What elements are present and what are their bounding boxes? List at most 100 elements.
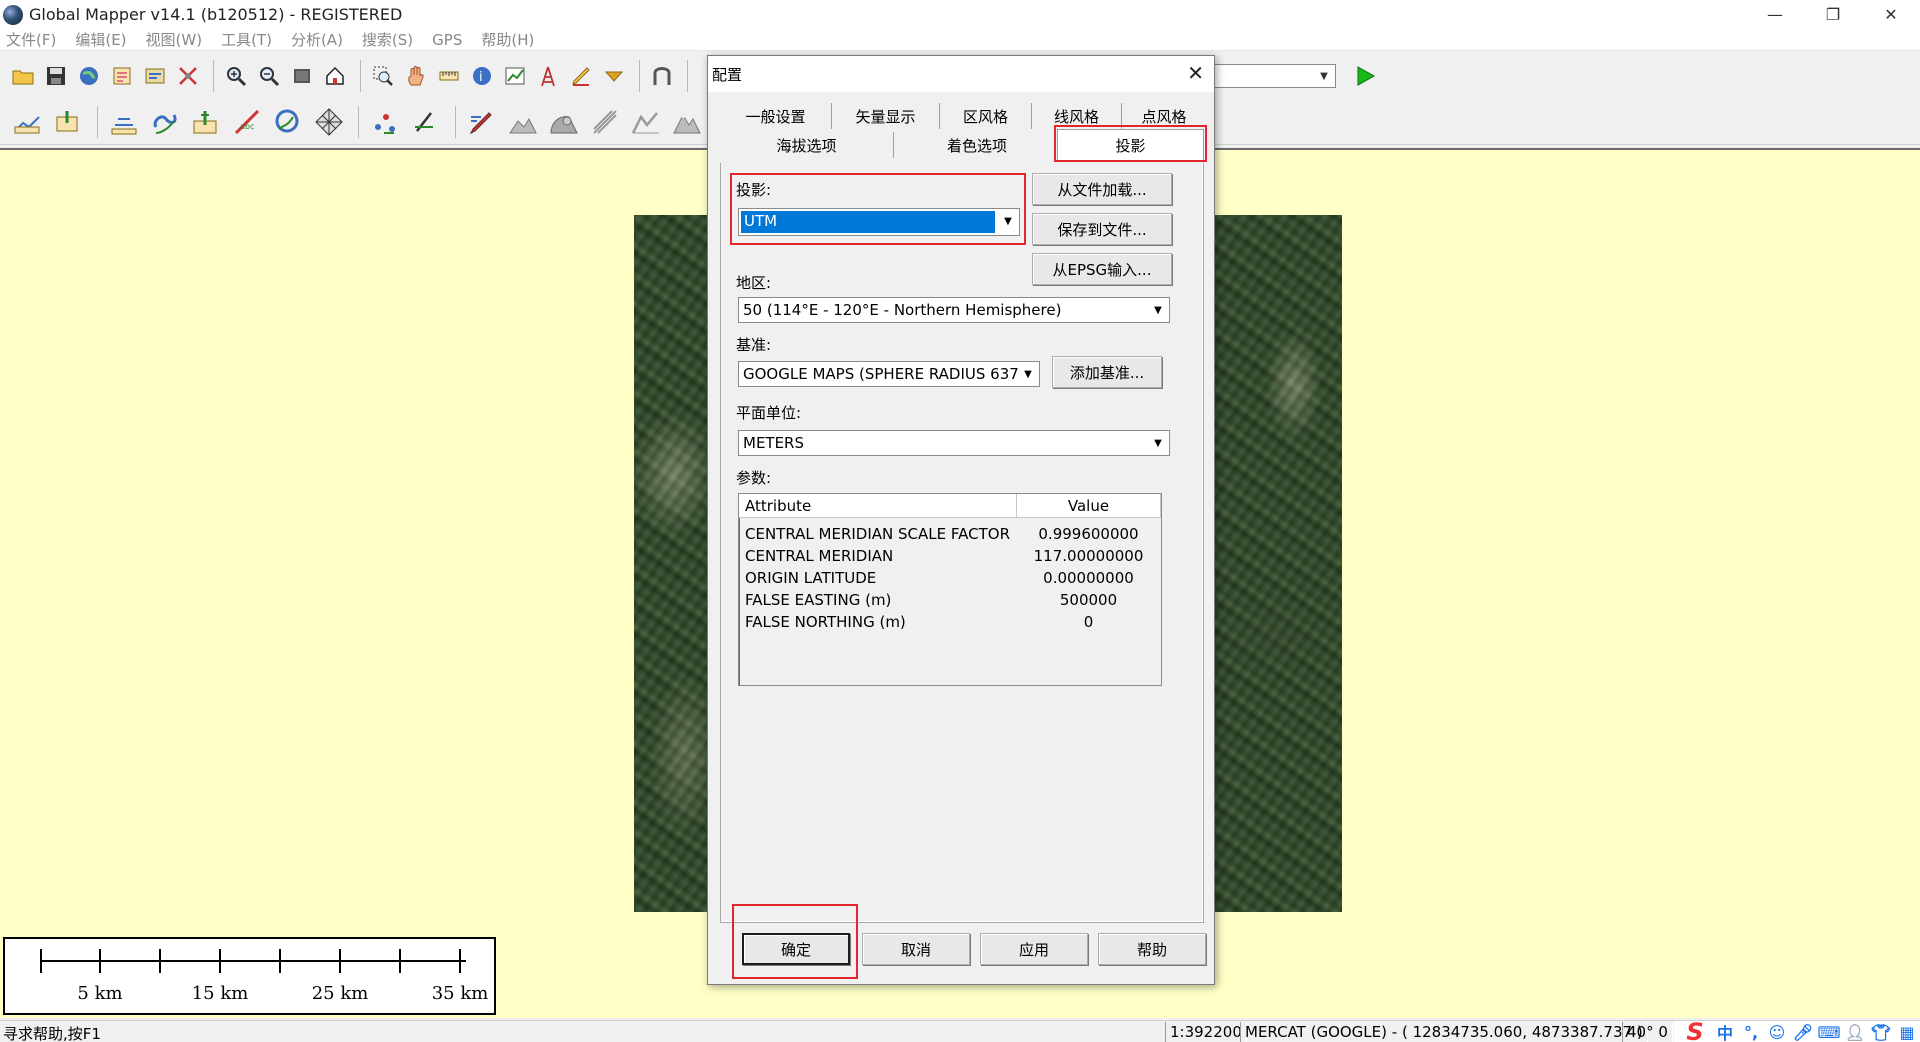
cancel-button[interactable]: 取消	[862, 933, 970, 965]
menu-analysis[interactable]: 分析(A)	[291, 29, 343, 50]
dialog-title-bar[interactable]: 配置 ✕	[708, 56, 1214, 92]
table-row[interactable]: FALSE EASTING (m) 500000	[739, 590, 1161, 612]
chevron-down-icon[interactable]: ▼	[1315, 67, 1333, 85]
info-icon[interactable]: i	[467, 61, 497, 91]
line-edit-icon[interactable]	[407, 103, 445, 141]
layer-icon[interactable]	[107, 61, 137, 91]
chevron-down-icon[interactable]: ▼	[998, 210, 1018, 232]
scale-tick	[279, 949, 281, 973]
ok-button[interactable]: 确定	[742, 933, 850, 965]
parameters-table[interactable]: Attribute Value CENTRAL MERIDIAN SCALE F…	[738, 493, 1162, 686]
menu-gps[interactable]: GPS	[432, 31, 462, 49]
table-row[interactable]: FALSE NORTHING (m) 0	[739, 612, 1161, 634]
terrain-icon[interactable]	[504, 103, 542, 141]
chevron-down-icon[interactable]: ▼	[1018, 363, 1038, 385]
status-lat: 40° 0	[1622, 1022, 1673, 1042]
menu-tools[interactable]: 工具(T)	[221, 29, 272, 50]
tab-point-style[interactable]: 点风格	[1122, 103, 1206, 129]
zoom-box-icon[interactable]	[368, 61, 398, 91]
minimize-button[interactable]: —	[1746, 0, 1804, 29]
table-row[interactable]: CENTRAL MERIDIAN SCALE FACTOR 0.99960000…	[739, 524, 1161, 546]
column-header-value[interactable]: Value	[1017, 494, 1161, 518]
toolbar-separator	[687, 60, 688, 92]
grid-icon[interactable]	[310, 103, 348, 141]
tools-icon[interactable]	[173, 61, 203, 91]
close-window-button[interactable]: ✕	[1862, 0, 1920, 29]
draw-icon[interactable]	[566, 61, 596, 91]
tab-general[interactable]: 一般设置	[720, 103, 832, 129]
menu-search[interactable]: 搜索(S)	[362, 29, 413, 50]
label-icon[interactable]: abc	[228, 103, 266, 141]
save-icon[interactable]	[41, 61, 71, 91]
tab-line-style[interactable]: 线风格	[1032, 103, 1122, 129]
apply-button[interactable]: 应用	[980, 933, 1088, 965]
split-icon[interactable]	[187, 103, 225, 141]
table-row[interactable]: ORIGIN LATITUDE 0.00000000	[739, 568, 1161, 590]
globe-icon[interactable]	[74, 61, 104, 91]
scale-tick	[99, 949, 101, 973]
zone-select[interactable]: 50 (114°E - 120°E - Northern Hemisphere)…	[738, 297, 1170, 323]
export-icon[interactable]	[140, 61, 170, 91]
profile-icon[interactable]	[627, 103, 665, 141]
path-icon[interactable]	[647, 61, 677, 91]
contour-icon[interactable]	[586, 103, 624, 141]
import-epsg-button[interactable]: 从EPSG输入...	[1032, 253, 1172, 285]
chevron-down-icon[interactable]: ▼	[1148, 432, 1168, 454]
add-datum-button[interactable]: 添加基准...	[1052, 356, 1162, 388]
chart-icon[interactable]	[500, 61, 530, 91]
planar-units-select[interactable]: METERS ▼	[738, 430, 1170, 456]
table-row[interactable]: CENTRAL MERIDIAN 117.00000000	[739, 546, 1161, 568]
pen-icon[interactable]	[463, 103, 501, 141]
menu-help[interactable]: 帮助(H)	[481, 29, 534, 50]
tower-icon[interactable]	[533, 61, 563, 91]
zoom-in-icon[interactable]	[221, 61, 251, 91]
emoji-icon[interactable]: ☺	[1764, 1022, 1790, 1042]
projection-value: UTM	[741, 211, 995, 233]
keyboard-icon[interactable]: ⌨	[1816, 1022, 1842, 1042]
column-header-attribute[interactable]: Attribute	[739, 494, 1017, 518]
measure-icon[interactable]	[434, 61, 464, 91]
tab-projection[interactable]: 投影	[1057, 129, 1204, 161]
sogou-logo-icon[interactable]: S	[1678, 1018, 1712, 1042]
projection-select[interactable]: UTM ▼	[738, 208, 1020, 236]
open-folder-icon[interactable]	[8, 61, 38, 91]
full-view-icon[interactable]	[287, 61, 317, 91]
points-icon[interactable]	[366, 103, 404, 141]
digitize-icon[interactable]	[8, 103, 46, 141]
mic-icon[interactable]: 🎤︎	[1790, 1022, 1816, 1042]
shirt-icon[interactable]: 👕︎	[1868, 1022, 1894, 1042]
toolbar-separator	[360, 60, 361, 92]
save-to-file-button[interactable]: 保存到文件...	[1032, 213, 1172, 245]
route-icon[interactable]	[269, 103, 307, 141]
line-icon[interactable]	[105, 103, 143, 141]
menu-edit[interactable]: 编辑(E)	[75, 29, 126, 50]
link-icon[interactable]	[146, 103, 184, 141]
datum-select[interactable]: GOOGLE MAPS (SPHERE RADIUS 6378 ▼	[738, 361, 1040, 387]
help-button[interactable]: 帮助	[1098, 933, 1206, 965]
user-icon[interactable]: 👤︎	[1842, 1022, 1868, 1042]
restore-button[interactable]: ❐	[1804, 0, 1862, 29]
zoom-out-icon[interactable]	[254, 61, 284, 91]
pan-icon[interactable]	[401, 61, 431, 91]
load-from-file-button[interactable]: 从文件加载...	[1032, 173, 1172, 205]
tab-elevation[interactable]: 海拔选项	[720, 132, 894, 158]
scale-tick	[459, 949, 461, 973]
dropdown-icon[interactable]	[599, 61, 629, 91]
edit-vertex-icon[interactable]	[49, 103, 87, 141]
tab-shading[interactable]: 着色选项	[894, 132, 1060, 158]
tab-area-style[interactable]: 区风格	[940, 103, 1032, 129]
chevron-down-icon[interactable]: ▼	[1148, 299, 1168, 321]
tab-vector-display[interactable]: 矢量显示	[832, 103, 940, 129]
menu-view[interactable]: 视图(W)	[146, 29, 203, 50]
param-attribute: FALSE NORTHING (m)	[745, 613, 906, 631]
view-shed-icon[interactable]	[545, 103, 583, 141]
menu-file[interactable]: 文件(F)	[6, 29, 56, 50]
dialog-close-icon[interactable]: ✕	[1187, 61, 1204, 85]
apps-icon[interactable]: ▦	[1894, 1022, 1920, 1042]
home-icon[interactable]	[320, 61, 350, 91]
param-value: 500000	[1059, 591, 1118, 609]
ime-punct-toggle[interactable]: °,	[1738, 1022, 1764, 1042]
play-icon[interactable]	[1350, 61, 1380, 91]
dem-icon[interactable]	[668, 103, 706, 141]
ime-lang-toggle[interactable]: 中	[1712, 1022, 1738, 1042]
